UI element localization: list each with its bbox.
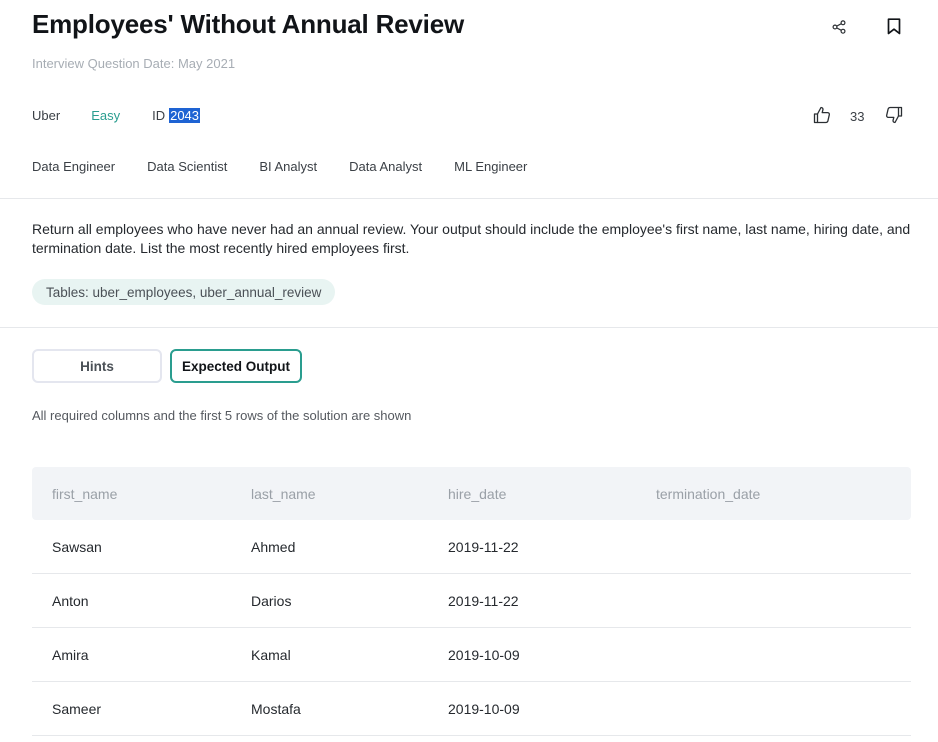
tab-expected-output[interactable]: Expected Output [170,349,302,383]
vote-count: 33 [850,109,865,124]
cell-first-name: Sawsan [52,538,102,555]
share-button[interactable] [826,14,852,40]
tables-badge: Tables: uber_employees, uber_annual_revi… [32,279,336,305]
cell-last-name: Ahmed [251,538,296,555]
column-header-first-name: first_name [52,485,118,502]
output-note: All required columns and the first 5 row… [32,408,412,423]
question-header: Employees' Without Annual Review Intervi… [0,0,938,199]
table-row: Amira Kamal 2019-10-09 [32,628,911,682]
bookmark-icon [887,17,901,34]
thumbs-up-icon [813,106,831,124]
role-tag-bi-analyst[interactable]: BI Analyst [259,159,317,174]
role-tag-data-scientist[interactable]: Data Scientist [147,159,227,174]
company-label[interactable]: Uber [32,108,60,123]
upvote-button[interactable] [810,103,834,127]
tab-hints[interactable]: Hints [32,349,162,383]
id-value: 2043 [169,108,201,123]
downvote-button[interactable] [882,103,906,127]
cell-hire-date: 2019-10-09 [448,646,520,663]
table-row: Anton Darios 2019-11-22 [32,574,911,628]
question-description: Return all employees who have never had … [32,221,911,256]
id-label: ID [152,108,166,123]
cell-last-name: Kamal [251,646,291,663]
cell-hire-date: 2019-10-09 [448,700,520,717]
role-tag-data-engineer[interactable]: Data Engineer [32,159,115,174]
column-header-hire-date: hire_date [448,485,507,502]
question-meta: Uber Easy ID 2043 [32,108,201,123]
column-header-last-name: last_name [251,485,316,502]
page-title: Employees' Without Annual Review [32,9,464,39]
cell-last-name: Darios [251,592,292,609]
column-header-termination-date: termination_date [656,485,761,502]
role-tag-ml-engineer[interactable]: ML Engineer [454,159,527,174]
table-row: Sameer Mostafa 2019-10-09 [32,682,911,736]
role-tags: Data Engineer Data Scientist BI Analyst … [32,159,559,174]
share-icon [832,20,846,34]
expected-output-table: first_name last_name hire_date terminati… [32,467,911,736]
cell-hire-date: 2019-11-22 [448,538,519,555]
cell-first-name: Amira [52,646,89,663]
cell-last-name: Mostafa [251,700,301,717]
thumbs-down-icon [885,106,903,124]
role-tag-data-analyst[interactable]: Data Analyst [349,159,422,174]
table-row: Sawsan Ahmed 2019-11-22 [32,520,911,574]
difficulty-badge: Easy [91,108,121,123]
cell-hire-date: 2019-11-22 [448,592,519,609]
solution-tabs: Hints Expected Output [32,349,302,383]
table-header: first_name last_name hire_date terminati… [32,467,911,520]
bookmark-button[interactable] [881,13,907,39]
cell-first-name: Anton [52,592,89,609]
interview-date: Interview Question Date: May 2021 [32,56,236,71]
cell-first-name: Sameer [52,700,102,717]
question-description-section: Return all employees who have never had … [0,199,938,328]
